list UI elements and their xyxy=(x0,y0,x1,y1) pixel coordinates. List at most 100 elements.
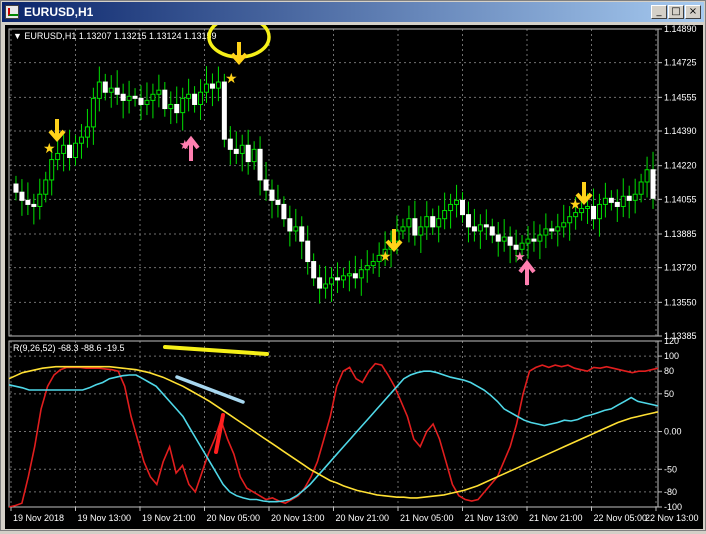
candle-body xyxy=(364,265,370,271)
up-arrow-icon xyxy=(518,259,536,285)
candle-body xyxy=(84,126,90,138)
candle-body xyxy=(436,218,442,228)
candle-body xyxy=(358,269,364,279)
candle-body xyxy=(412,218,418,236)
x-tick-label: 19 Nov 13:00 xyxy=(78,513,132,523)
y-tick-label: 0.00 xyxy=(664,427,682,437)
time-axis: 19 Nov 2018 19 Nov 13:00 19 Nov 21:00 20 No… xyxy=(10,507,699,523)
highlight-line xyxy=(175,375,245,404)
x-tick-label: 21 Nov 13:00 xyxy=(465,513,519,523)
maximize-button[interactable]: □ xyxy=(668,5,684,19)
candle-body xyxy=(150,93,156,101)
y-tick-label: 1.13550 xyxy=(664,297,697,307)
candle-body xyxy=(448,203,454,212)
y-tick-label: 1.14220 xyxy=(664,161,697,171)
candle-body xyxy=(418,226,424,236)
candle-body xyxy=(430,216,436,228)
candle-body xyxy=(585,205,591,210)
close-button[interactable]: × xyxy=(685,5,701,19)
candle-body xyxy=(567,216,573,224)
candle-body xyxy=(168,103,174,110)
candle-body xyxy=(233,148,239,154)
candle-body xyxy=(596,203,602,220)
window-title: EURUSD,H1 xyxy=(24,5,94,19)
candle-body xyxy=(620,195,626,207)
candle-body xyxy=(370,261,376,267)
candle-body xyxy=(495,234,501,242)
candle-body xyxy=(203,83,209,93)
y-tick-label: 1.14555 xyxy=(664,92,697,102)
candle-body xyxy=(400,226,406,232)
candle-body xyxy=(198,91,204,105)
price-axis: 1.14890 1.14725 1.14555 1.14390 1.14220 1.140… xyxy=(658,24,697,341)
candle-body xyxy=(108,87,114,93)
candle-body xyxy=(174,103,180,114)
candle-body xyxy=(192,93,198,105)
candle-body xyxy=(477,224,483,232)
candle-body xyxy=(180,97,186,114)
candle-body xyxy=(329,277,335,285)
candle-body xyxy=(90,97,96,128)
y-tick-label: 1.14725 xyxy=(664,58,697,68)
y-tick-label: 1.13720 xyxy=(664,263,697,273)
candle-body xyxy=(61,144,67,154)
indicator-axis: 120 100 80 50 0.00 -50 -80 -100 xyxy=(658,336,682,512)
chart-info-label: ▼ EURUSD,H1 1.13207 1.13215 1.13124 1.13… xyxy=(13,31,217,41)
chart-area[interactable]: ▼ EURUSD,H1 1.13207 1.13215 1.13124 1.13… xyxy=(5,15,703,529)
candle-body xyxy=(293,226,299,232)
x-tick-label: 19 Nov 2018 xyxy=(13,513,64,523)
highlight-line xyxy=(163,345,269,356)
candle-body xyxy=(460,199,466,216)
candle-body xyxy=(257,148,263,181)
star-icon: ★ xyxy=(514,249,526,264)
y-tick-label: 120 xyxy=(664,336,679,346)
candle-body xyxy=(644,169,650,183)
candle-body xyxy=(549,228,555,232)
star-icon: ★ xyxy=(379,248,392,264)
candle-body xyxy=(31,203,37,207)
main-grid xyxy=(9,28,658,337)
y-tick-label: 1.14390 xyxy=(664,126,697,136)
candle-body xyxy=(424,216,430,228)
candle-body xyxy=(531,238,537,242)
indicator-series-line xyxy=(8,362,659,508)
candle-body xyxy=(13,183,19,193)
candle-body xyxy=(352,273,358,279)
candle-body xyxy=(126,95,132,101)
candle-body xyxy=(138,97,144,105)
candle-body xyxy=(483,224,489,228)
candle-body xyxy=(471,226,477,232)
candle-body xyxy=(334,277,340,281)
candle-body xyxy=(561,222,567,228)
candle-body xyxy=(311,261,317,279)
candle-body xyxy=(186,93,192,99)
candle-body xyxy=(317,277,323,289)
candle-body xyxy=(263,179,269,191)
candle-body xyxy=(573,212,579,218)
candle-body xyxy=(323,283,329,289)
candle-body xyxy=(55,152,61,161)
candle-body xyxy=(501,236,507,242)
y-tick-label: 1.14890 xyxy=(664,25,697,34)
x-tick-label: 20 Nov 21:00 xyxy=(336,513,390,523)
x-tick-label: 21 Nov 05:00 xyxy=(400,513,454,523)
candle-body xyxy=(638,181,644,195)
candle-body xyxy=(614,201,620,207)
candle-body xyxy=(507,236,513,246)
candle-body xyxy=(299,226,305,242)
y-tick-label: 1.13885 xyxy=(664,229,697,239)
candle-body xyxy=(525,238,531,244)
chart-window-icon[interactable] xyxy=(5,5,19,19)
minimize-button[interactable]: _ xyxy=(651,5,667,19)
candle-body xyxy=(465,214,471,228)
candle-body xyxy=(144,99,150,105)
y-tick-label: -50 xyxy=(664,464,677,474)
y-tick-label: 80 xyxy=(664,366,674,376)
candle-body xyxy=(114,87,120,95)
title-bar[interactable]: EURUSD,H1 _ □ × xyxy=(2,2,704,22)
candle-body xyxy=(305,240,311,263)
chart-canvas[interactable]: ▼ EURUSD,H1 1.13207 1.13215 1.13124 1.13… xyxy=(5,15,703,529)
candle-body xyxy=(251,148,257,163)
candle-body xyxy=(221,81,227,140)
candle-body xyxy=(608,197,614,203)
